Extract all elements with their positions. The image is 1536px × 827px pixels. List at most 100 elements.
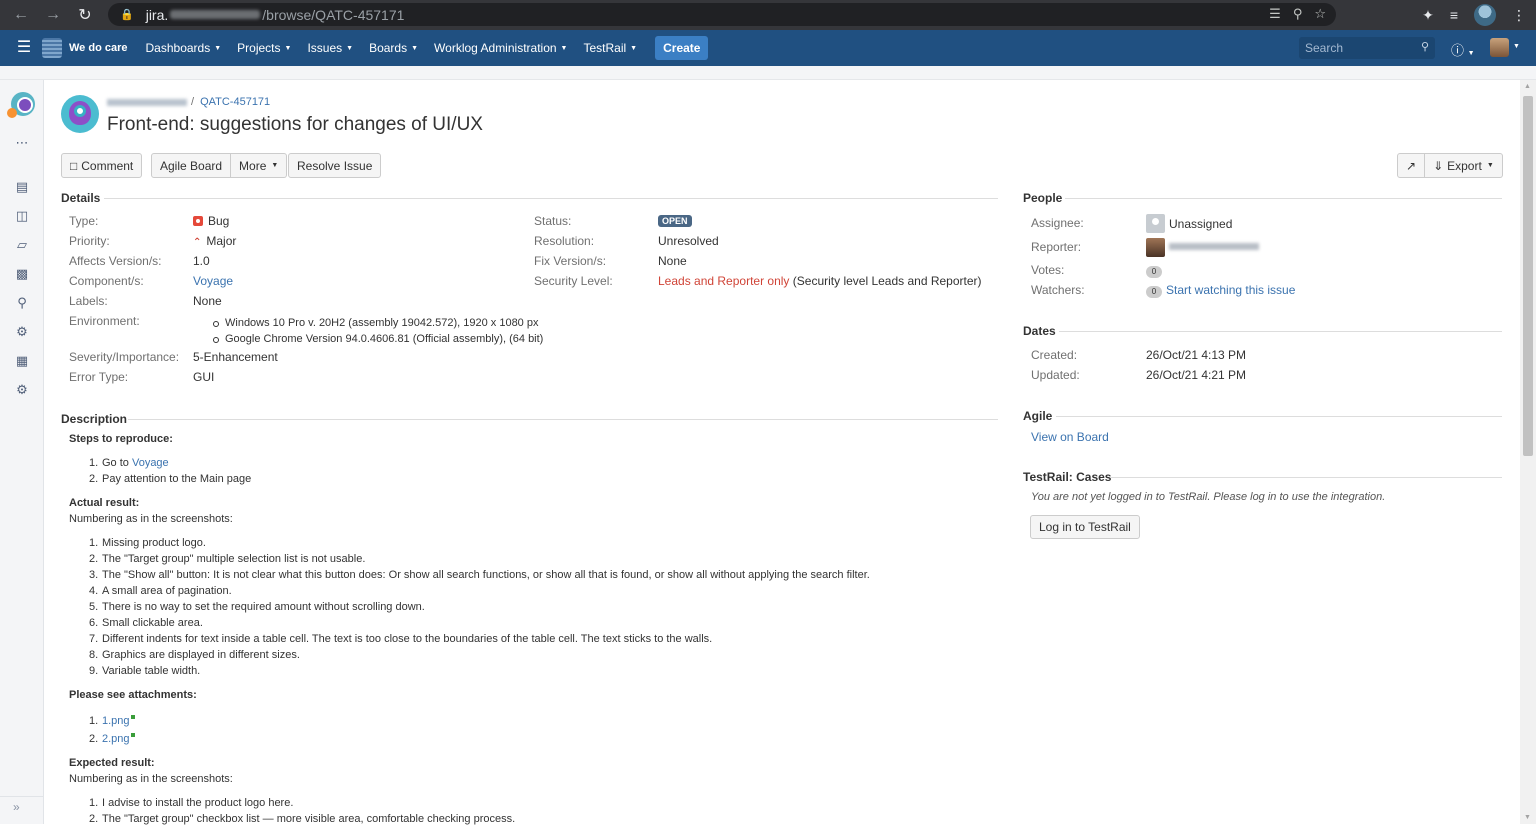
more-icon[interactable]: ⋯ [13, 134, 31, 152]
create-button[interactable]: Create [655, 36, 709, 60]
list-item: 1. 1.png [89, 712, 135, 730]
back-icon[interactable]: ← [10, 4, 32, 26]
translate-icon[interactable]: ☰ [1269, 6, 1281, 22]
url-redacted [170, 10, 261, 19]
updated-value: 26/Oct/21 4:21 PM [1146, 368, 1247, 382]
issues-search-icon[interactable]: ⚲ [13, 294, 31, 312]
menu-boards[interactable]: Boards ▼ [361, 41, 426, 55]
list-item: 2. The "Target group" multiple selection … [89, 553, 366, 565]
type-value: Bug [193, 214, 229, 228]
comment-button[interactable]: □ Comment [61, 153, 143, 178]
list-item: 8. Graphics are displayed in different si… [89, 649, 300, 661]
comment-icon: □ [70, 158, 78, 173]
scroll-up-icon[interactable]: ▲ [1524, 83, 1531, 90]
list-item: 7. Different indents for text inside a ta… [89, 633, 713, 645]
divider [1111, 477, 1502, 478]
backlog-icon[interactable]: ▤ [13, 178, 31, 196]
more-button[interactable]: More ▼ [231, 153, 288, 178]
created-label: Created: [1031, 348, 1078, 362]
sidebar-footer [0, 796, 44, 824]
voyage-link[interactable]: Voyage [132, 457, 169, 469]
expand-sidebar-icon[interactable]: » [13, 800, 20, 814]
agile-heading: Agile [1023, 409, 1053, 423]
testrail-login-button[interactable]: Log in to TestRail [1030, 515, 1140, 539]
menu-projects[interactable]: Projects ▼ [229, 41, 299, 55]
actual-intro: Numbering as in the screenshots: [69, 513, 233, 525]
export-button[interactable]: ⇓ Export ▼ [1425, 153, 1503, 178]
menu-testrail[interactable]: TestRail ▼ [575, 41, 645, 55]
releases-icon[interactable]: ▱ [13, 236, 31, 254]
error-type-value: GUI [193, 370, 215, 384]
chevron-down-icon: ▼ [214, 44, 222, 52]
chrome-menu-icon[interactable]: ⋮ [1512, 7, 1526, 24]
fix-version-value: None [658, 254, 687, 268]
zoom-icon[interactable]: ⚲ [1293, 6, 1303, 22]
url-host: jira. [145, 6, 169, 23]
help-icon[interactable]: ⓘ ▼ [1451, 40, 1475, 59]
assignee-value: Unassigned [1146, 214, 1232, 233]
dates-heading: Dates [1023, 324, 1056, 338]
menu-issues[interactable]: Issues ▼ [299, 41, 361, 55]
menu-worklog-administration[interactable]: Worklog Administration ▼ [426, 41, 575, 55]
issue-key-link[interactable]: QATC-457171 [200, 96, 270, 108]
severity-label: Severity/Importance: [69, 350, 180, 364]
addons-icon[interactable]: ⚙ [13, 323, 31, 341]
logo-icon[interactable] [42, 38, 62, 58]
share-icon: ↗ [1406, 158, 1417, 173]
page-scrollbar[interactable]: ▲ ▼ [1520, 80, 1536, 824]
list-item: 2. The "Target group" checkbox list — mor… [89, 813, 516, 825]
chevron-down-icon: ▼ [346, 44, 354, 52]
watchers-label: Watchers: [1031, 283, 1085, 297]
chevron-down-icon: ▼ [630, 44, 638, 52]
project-logo[interactable] [61, 95, 99, 133]
view-on-board-link[interactable]: View on Board [1031, 430, 1109, 444]
labels-label: Labels: [69, 294, 108, 308]
attachment-link[interactable]: 2.png [102, 733, 130, 745]
actual-list: 1. Missing product logo. 2. The "Target gr… [89, 535, 870, 679]
forward-icon[interactable]: → [42, 4, 64, 26]
brand-name[interactable]: We do care [69, 42, 128, 54]
reporter-value[interactable] [1146, 238, 1259, 257]
security-level-value: Leads and Reporter only (Security level … [658, 274, 982, 288]
attachments-heading: Please see attachments: [69, 689, 197, 701]
extensions-icon[interactable]: ✦ [1422, 7, 1434, 24]
settings-icon[interactable]: ⚙ [13, 381, 31, 399]
created-value: 26/Oct/21 4:13 PM [1146, 348, 1247, 362]
affects-version-label: Affects Version/s: [69, 254, 162, 268]
board-icon[interactable]: ◫ [13, 207, 31, 225]
votes-label: Votes: [1031, 263, 1065, 277]
bookmark-star-icon[interactable]: ☆ [1314, 6, 1326, 22]
people-heading: People [1023, 191, 1063, 205]
chevron-down-icon: ▼ [411, 44, 419, 52]
project-name-redacted[interactable] [107, 98, 187, 106]
resolve-issue-button[interactable]: Resolve Issue [288, 153, 382, 178]
scroll-down-icon[interactable]: ▼ [1524, 814, 1531, 821]
components-icon[interactable]: ▦ [13, 352, 31, 370]
attachment-link[interactable]: 1.png [102, 715, 130, 727]
reporter-label: Reporter: [1031, 240, 1082, 254]
page-title: Front-end: suggestions for changes of UI… [107, 114, 483, 135]
divider [1065, 198, 1502, 199]
reload-icon[interactable]: ↻ [74, 4, 96, 26]
divider [128, 419, 998, 420]
project-sidebar: ⋯ ▤ ◫ ▱ ▩ ⚲ ⚙ ▦ ⚙ » [0, 80, 44, 824]
chevron-down-icon[interactable]: ▼ [1513, 43, 1520, 50]
scroll-thumb[interactable] [1523, 96, 1533, 456]
agile-board-button[interactable]: Agile Board [151, 153, 232, 178]
avatar [1146, 238, 1165, 257]
expected-heading: Expected result: [69, 757, 155, 769]
list-item: 5. There is no way to set the required am… [89, 601, 425, 613]
menu-dashboards[interactable]: Dashboards ▼ [138, 41, 230, 55]
reports-icon[interactable]: ▩ [13, 265, 31, 283]
address-bar[interactable]: 🔒 jira. /browse/QATC-457171 ☰ ⚲ ☆ [108, 3, 1336, 26]
reading-list-icon[interactable]: ≡ [1450, 7, 1458, 23]
profile-avatar[interactable] [1474, 4, 1496, 26]
components-link[interactable]: Voyage [193, 274, 233, 288]
hamburger-icon[interactable]: ☰ [14, 38, 34, 58]
user-avatar[interactable] [1490, 38, 1509, 57]
share-button[interactable]: ↗ [1397, 153, 1426, 178]
start-watching-link[interactable]: Start watching this issue [1166, 283, 1295, 297]
security-level-label: Security Level: [534, 274, 613, 288]
search-input[interactable]: Search ⚲ [1299, 37, 1435, 59]
avatar [1146, 214, 1165, 233]
